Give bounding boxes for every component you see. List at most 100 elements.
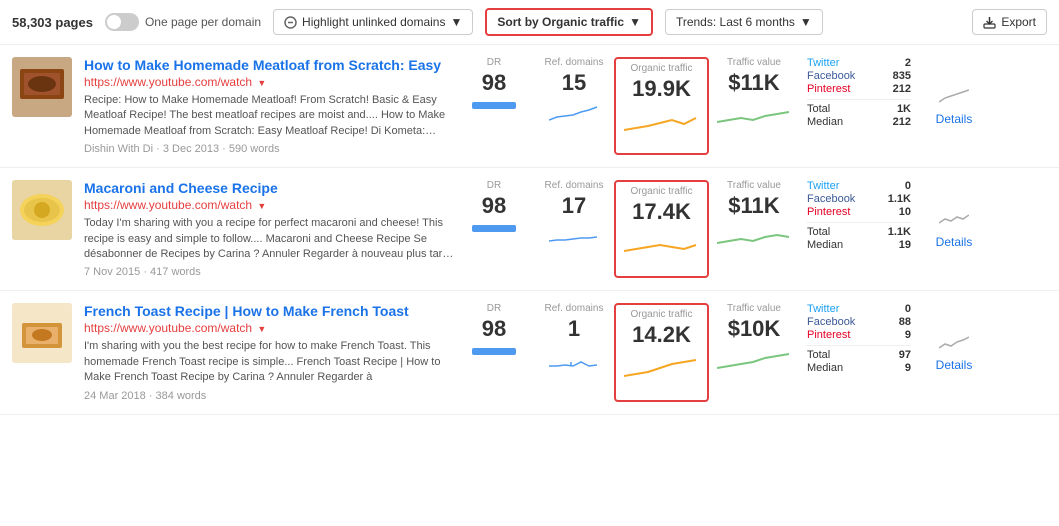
dr-value-1: 98 (482, 70, 506, 96)
trend-icon-1 (939, 86, 969, 106)
dr-bar-3 (472, 348, 516, 355)
toolbar: 58,303 pages One page per domain Highlig… (0, 0, 1059, 45)
ref-label-1: Ref. domains (545, 57, 604, 68)
details-col-2: Details (919, 180, 989, 278)
link-icon (284, 16, 297, 29)
social-pinterest-1: Pinterest 212 (807, 83, 911, 95)
traffic-label-1: Traffic value (727, 57, 781, 68)
result-desc-2: Today I'm sharing with you a recipe for … (84, 216, 454, 262)
social-twitter-2: Twitter 0 (807, 180, 911, 192)
thumbnail-1 (12, 57, 72, 117)
ref-label-3: Ref. domains (545, 303, 604, 314)
thumb-img-2 (12, 180, 72, 240)
trend-icon-2 (939, 209, 969, 229)
thumb-img-3 (12, 303, 72, 363)
url-caret-2: ▼ (257, 201, 266, 211)
total-val-1: 1K (897, 103, 911, 115)
trend-icon-3 (939, 332, 969, 352)
traffic-chart-2 (717, 225, 792, 253)
organic-label-3: Organic traffic (630, 309, 692, 320)
ref-value-2: 17 (562, 193, 586, 219)
table-row: How to Make Homemade Meatloaf from Scrat… (0, 45, 1059, 168)
result-title-1[interactable]: How to Make Homemade Meatloaf from Scrat… (84, 57, 454, 73)
result-info-2: Macaroni and Cheese Recipe https://www.y… (84, 180, 454, 278)
dr-label-2: DR (487, 180, 501, 191)
organic-col-2: Organic traffic 17.4K (614, 180, 709, 278)
pinterest-label-2: Pinterest (807, 206, 850, 218)
organic-chart-1 (624, 108, 699, 136)
result-info-3: French Toast Recipe | How to Make French… (84, 303, 454, 401)
organic-value-1: 19.9K (632, 76, 691, 102)
social-pinterest-3: Pinterest 9 (807, 329, 911, 341)
organic-chart-3 (624, 354, 699, 382)
thumb-img-1 (12, 57, 72, 117)
results-list: How to Make Homemade Meatloaf from Scrat… (0, 45, 1059, 415)
result-desc-3: I'm sharing with you the best recipe for… (84, 339, 454, 385)
result-title-3[interactable]: French Toast Recipe | How to Make French… (84, 303, 454, 319)
details-col-1: Details (919, 57, 989, 155)
traffic-col-3: Traffic value $10K (709, 303, 799, 401)
social-twitter-1: Twitter 2 (807, 57, 911, 69)
twitter-val-3: 0 (905, 303, 911, 315)
result-meta-3: 24 Mar 2018 · 384 words (84, 390, 454, 402)
sort-btn[interactable]: Sort by Organic traffic ▼ (485, 8, 653, 36)
result-info-1: How to Make Homemade Meatloaf from Scrat… (84, 57, 454, 155)
details-btn-1[interactable]: Details (936, 112, 973, 126)
pinterest-val-3: 9 (905, 329, 911, 341)
trends-btn-label: Trends: Last 6 months (676, 15, 795, 29)
organic-col-1: Organic traffic 19.9K (614, 57, 709, 155)
ref-bar-3 (549, 348, 599, 371)
trends-btn[interactable]: Trends: Last 6 months ▼ (665, 9, 823, 35)
sort-btn-label: Sort by Organic traffic (497, 15, 624, 29)
twitter-label-2: Twitter (807, 180, 839, 192)
dr-col-2: DR 98 (454, 180, 534, 278)
table-row: Macaroni and Cheese Recipe https://www.y… (0, 168, 1059, 291)
highlight-btn[interactable]: Highlight unlinked domains ▼ (273, 9, 473, 35)
ref-value-3: 1 (568, 316, 580, 342)
total-val-3: 97 (899, 349, 911, 361)
one-page-toggle[interactable] (105, 13, 139, 31)
highlight-btn-label: Highlight unlinked domains (302, 15, 445, 29)
export-btn-label: Export (1001, 15, 1036, 29)
result-meta-1: Dishin With Di · 3 Dec 2013 · 590 words (84, 143, 454, 155)
thumbnail-2 (12, 180, 72, 240)
traffic-value-1: $11K (728, 70, 779, 96)
dr-label-1: DR (487, 57, 501, 68)
pages-count: 58,303 pages (12, 15, 93, 30)
total-label-1: Total (807, 103, 830, 115)
export-btn[interactable]: Export (972, 9, 1047, 35)
traffic-value-3: $10K (728, 316, 781, 342)
facebook-val-1: 835 (893, 70, 911, 82)
result-meta-2: 7 Nov 2015 · 417 words (84, 266, 454, 278)
result-title-2[interactable]: Macaroni and Cheese Recipe (84, 180, 454, 196)
pinterest-label-3: Pinterest (807, 329, 850, 341)
details-btn-3[interactable]: Details (936, 358, 973, 372)
social-total-3: Total 97 (807, 349, 911, 361)
ref-bar-1 (549, 102, 599, 125)
median-label-1: Median (807, 116, 843, 128)
ref-value-1: 15 (562, 70, 586, 96)
social-twitter-3: Twitter 0 (807, 303, 911, 315)
social-facebook-1: Facebook 835 (807, 70, 911, 82)
organic-label-2: Organic traffic (630, 186, 692, 197)
thumbnail-3 (12, 303, 72, 363)
result-url-1: https://www.youtube.com/watch ▼ (84, 75, 454, 89)
social-total-2: Total 1.1K (807, 226, 911, 238)
total-label-2: Total (807, 226, 830, 238)
social-pinterest-2: Pinterest 10 (807, 206, 911, 218)
dr-value-3: 98 (482, 316, 506, 342)
ref-col-1: Ref. domains 15 (534, 57, 614, 155)
organic-value-3: 14.2K (632, 322, 691, 348)
table-row: French Toast Recipe | How to Make French… (0, 291, 1059, 414)
social-col-3: Twitter 0 Facebook 88 Pinterest 9 Total … (799, 303, 919, 401)
median-val-3: 9 (905, 362, 911, 374)
traffic-label-2: Traffic value (727, 180, 781, 191)
organic-col-3: Organic traffic 14.2K (614, 303, 709, 401)
facebook-label-3: Facebook (807, 316, 855, 328)
twitter-label-3: Twitter (807, 303, 839, 315)
details-btn-2[interactable]: Details (936, 235, 973, 249)
median-label-3: Median (807, 362, 843, 374)
twitter-val-2: 0 (905, 180, 911, 192)
dr-col-3: DR 98 (454, 303, 534, 401)
trends-chevron: ▼ (800, 15, 812, 29)
